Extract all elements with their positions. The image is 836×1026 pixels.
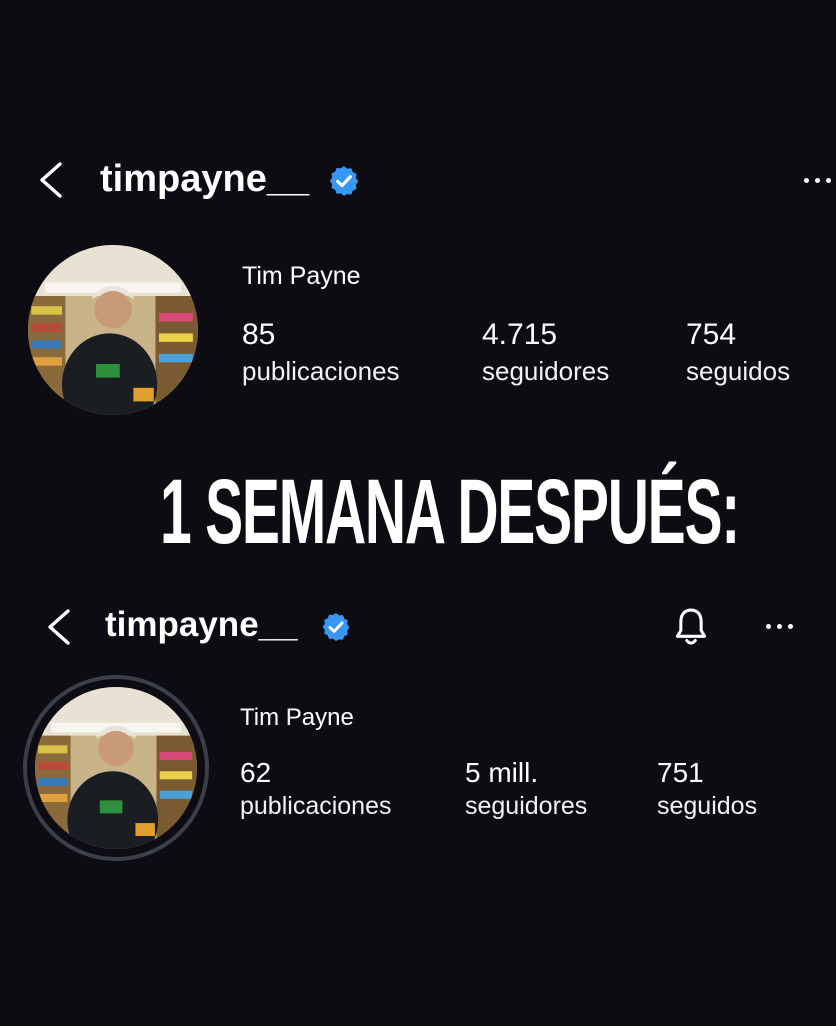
following-count[interactable]: 754	[686, 318, 736, 352]
full-name: Tim Payne	[240, 704, 354, 731]
back-icon	[48, 609, 70, 645]
followers-label[interactable]: seguidores	[465, 792, 587, 821]
username[interactable]: timpayne__	[105, 605, 298, 645]
bell-icon[interactable]	[670, 605, 712, 649]
back-button[interactable]	[36, 160, 66, 200]
avatar-photo	[28, 245, 198, 415]
more-icon[interactable]	[804, 178, 831, 183]
avatar-photo	[35, 687, 197, 849]
avatar[interactable]	[35, 687, 197, 849]
following-label[interactable]: seguidos	[657, 792, 757, 821]
back-button[interactable]	[44, 607, 74, 647]
followers-label[interactable]: seguidores	[482, 356, 609, 387]
verified-icon	[322, 613, 350, 641]
posts-count[interactable]: 85	[242, 318, 275, 352]
full-name: Tim Payne	[242, 262, 361, 290]
avatar-ring[interactable]	[23, 675, 209, 861]
banner-text: 1 SEMANA DESPUÉS:	[160, 461, 740, 563]
following-count[interactable]: 751	[657, 757, 704, 789]
more-icon[interactable]	[766, 624, 793, 629]
posts-label[interactable]: publicaciones	[240, 792, 392, 821]
followers-count[interactable]: 5 mill.	[465, 757, 538, 789]
back-icon	[40, 162, 62, 198]
posts-count[interactable]: 62	[240, 757, 271, 789]
posts-label[interactable]: publicaciones	[242, 356, 400, 387]
verified-icon	[329, 166, 359, 196]
followers-count[interactable]: 4.715	[482, 318, 557, 352]
username[interactable]: timpayne__	[100, 158, 309, 201]
following-label[interactable]: seguidos	[686, 356, 790, 387]
avatar[interactable]	[28, 245, 198, 415]
